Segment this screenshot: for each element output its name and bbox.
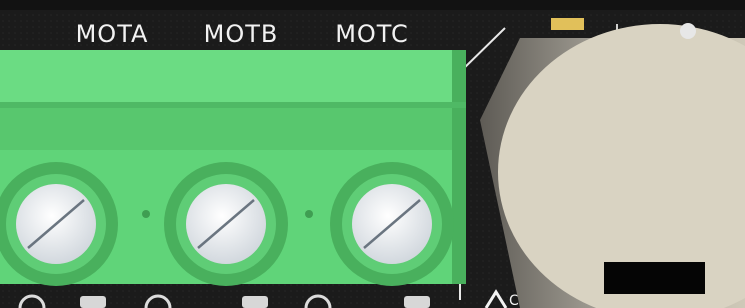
silk-label-motc: MOTC — [335, 20, 409, 48]
pad — [80, 296, 106, 308]
motor-labels: MOTA MOTB MOTC — [76, 20, 409, 48]
terminal-top-shadow — [0, 102, 466, 108]
capacitor-corner-dot — [680, 23, 696, 39]
silk-label-mota: MOTA — [76, 20, 149, 48]
terminal-screw-b — [164, 162, 288, 286]
terminal-mid-band — [0, 108, 466, 150]
terminal-right-shadow — [452, 50, 466, 284]
capacitor — [480, 23, 745, 308]
pad — [242, 296, 268, 308]
terminal-top-ridge — [0, 50, 466, 108]
pad — [404, 296, 430, 308]
silk-label-motb: MOTB — [204, 20, 279, 48]
terminal-block — [0, 50, 466, 286]
terminal-pin-hole — [142, 210, 150, 218]
pcb-render: MOTA MOTB MOTC C9 — [0, 0, 745, 308]
terminal-pin-hole — [305, 210, 313, 218]
capacitor-polarity-marking — [604, 262, 705, 294]
gold-pad — [551, 18, 584, 30]
pcb-edge — [0, 0, 745, 10]
terminal-screw-c — [330, 162, 454, 286]
